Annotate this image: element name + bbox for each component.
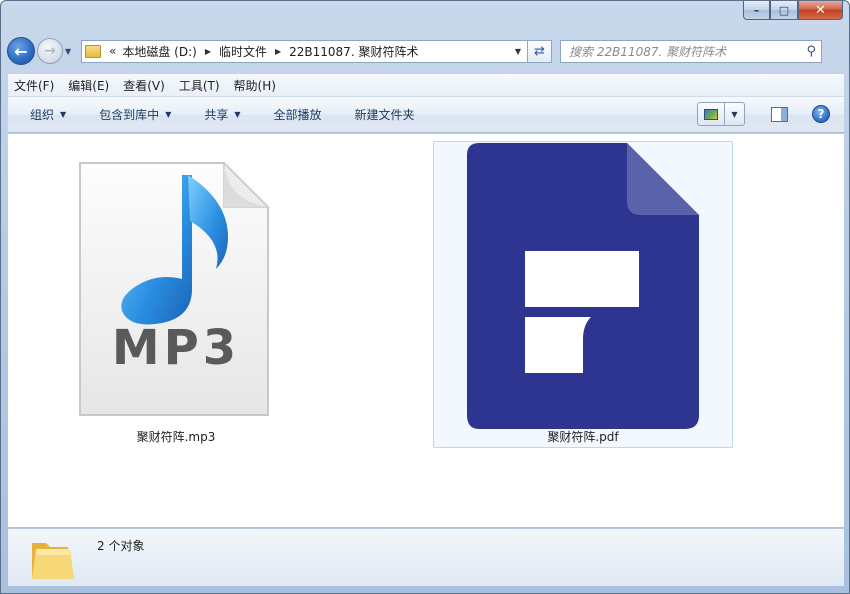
back-button[interactable]: ← <box>7 37 35 65</box>
pdf-file-icon <box>467 143 699 429</box>
search-input[interactable]: 搜索 22B11087. 聚财符阵术 ⚲ <box>560 39 822 63</box>
address-bar[interactable]: « 本地磁盘 (D:) ▶ 临时文件 ▶ 22B11087. 聚财符阵术 ▼ <box>81 39 528 63</box>
organize-button[interactable]: 组织 ▼ <box>30 106 66 123</box>
view-controls: ▼ ? <box>697 102 830 126</box>
menu-help[interactable]: 帮助(H) <box>234 77 276 94</box>
file-name-mp3[interactable]: 聚财符阵.mp3 <box>58 428 294 445</box>
change-view-button[interactable]: ▼ <box>697 102 745 126</box>
help-icon[interactable]: ? <box>812 105 830 123</box>
item-count: 2 个对象 <box>97 539 145 553</box>
menu-bar: 文件(F) 编辑(E) 查看(V) 工具(T) 帮助(H) <box>8 74 844 97</box>
command-bar: 组织 ▼ 包含到库中 ▼ 共享 ▼ 全部播放 新建文件夹 ▼ ? <box>8 97 844 133</box>
breadcrumb-overflow[interactable]: « <box>109 44 116 58</box>
view-mode-icon <box>704 108 718 120</box>
chevron-right-icon[interactable]: ▶ <box>275 47 281 56</box>
file-name-pdf[interactable]: 聚财符阵.pdf <box>434 428 732 445</box>
refresh-button[interactable]: ⇄ <box>528 39 552 63</box>
chevron-down-icon: ▼ <box>234 110 241 119</box>
chevron-down-icon: ▼ <box>60 110 67 119</box>
organize-label: 组织 <box>30 108 55 122</box>
caption-buttons: – □ ✕ <box>743 1 843 21</box>
include-in-library-button[interactable]: 包含到库中 ▼ <box>99 106 171 123</box>
file-list[interactable]: MP3 聚财符阵.mp3 聚财符阵.pdf <box>8 134 844 527</box>
file-item-mp3[interactable]: MP3 聚财符阵.mp3 <box>58 142 294 454</box>
refresh-icon: ⇄ <box>534 43 545 59</box>
explorer-window: – □ ✕ ← → ▼ « 本地磁盘 (D:) ▶ 临时文件 ▶ 22B1108… <box>0 0 850 594</box>
chevron-down-icon: ▼ <box>65 46 72 56</box>
new-folder-button[interactable]: 新建文件夹 <box>355 106 415 123</box>
arrow-right-icon: → <box>44 43 56 59</box>
play-all-label: 全部播放 <box>273 108 322 122</box>
view-icon-box[interactable] <box>698 103 725 125</box>
chevron-down-icon[interactable]: ▼ <box>725 110 744 119</box>
menu-view[interactable]: 查看(V) <box>123 77 165 94</box>
file-item-pdf[interactable]: 聚财符阵.pdf <box>433 141 733 448</box>
new-folder-label: 新建文件夹 <box>354 108 415 122</box>
mp3-icon-text: MP3 <box>111 320 241 376</box>
close-button[interactable]: ✕ <box>798 1 843 20</box>
breadcrumb-item-drive[interactable]: 本地磁盘 (D:) <box>122 43 196 60</box>
chevron-down-icon: ▼ <box>165 110 172 119</box>
search-icon[interactable]: ⚲ <box>806 44 816 59</box>
preview-pane-icon[interactable] <box>771 106 788 122</box>
folder-icon <box>85 44 101 58</box>
breadcrumb-item-temp[interactable]: 临时文件 <box>219 43 267 60</box>
share-button[interactable]: 共享 ▼ <box>204 106 240 123</box>
minimize-button[interactable]: – <box>743 1 770 20</box>
breadcrumb-item-current[interactable]: 22B11087. 聚财符阵术 <box>289 43 418 60</box>
recent-pages-dropdown[interactable]: ▼ <box>65 47 77 56</box>
maximize-button[interactable]: □ <box>770 1 798 20</box>
arrow-left-icon: ← <box>14 41 28 61</box>
menu-edit[interactable]: 编辑(E) <box>68 77 109 94</box>
status-bar: 2 个对象 <box>8 528 844 586</box>
menu-tools[interactable]: 工具(T) <box>179 77 220 94</box>
play-all-button[interactable]: 全部播放 <box>274 106 322 123</box>
forward-button[interactable]: → <box>37 38 63 64</box>
chevron-right-icon[interactable]: ▶ <box>205 47 211 56</box>
chevron-down-icon[interactable]: ▼ <box>515 47 521 56</box>
menu-file[interactable]: 文件(F) <box>14 77 54 94</box>
navigation-bar: ← → ▼ « 本地磁盘 (D:) ▶ 临时文件 ▶ 22B11087. 聚财符… <box>7 33 845 69</box>
include-in-library-label: 包含到库中 <box>99 108 160 122</box>
folder-icon <box>32 543 74 579</box>
search-placeholder: 搜索 22B11087. 聚财符阵术 <box>569 44 727 59</box>
mp3-file-icon <box>79 161 270 416</box>
share-label: 共享 <box>204 108 229 122</box>
